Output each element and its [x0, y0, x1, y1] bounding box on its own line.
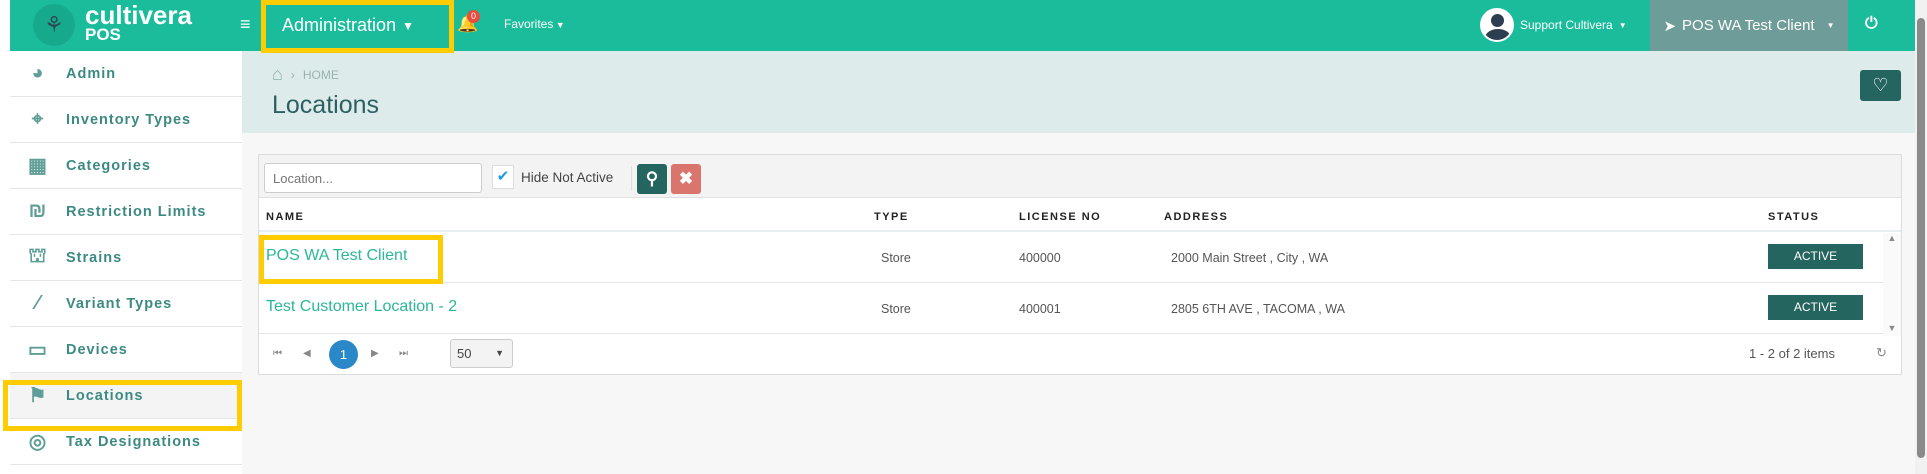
- sidebar-item-label: Tax Designations: [66, 433, 201, 450]
- sidebar-item-locations[interactable]: ⚑ Locations: [10, 373, 242, 419]
- sidebar-item-inventory-types[interactable]: ⌖ Inventory Types: [10, 97, 242, 143]
- breadcrumb: ⌂ › HOME: [272, 64, 339, 85]
- sidebar-item-devices[interactable]: ▭ Devices: [10, 327, 242, 373]
- sidebar-item-admin[interactable]: ◕ Admin: [10, 51, 242, 97]
- pager: ⏮ ◀ 1 ▶ ⏭ 50 ▼ 1 - 2 of 2 items ↻: [259, 334, 1901, 375]
- grid-icon: ▦: [28, 155, 48, 177]
- page-1-button[interactable]: 1: [329, 340, 358, 369]
- sidebar-item-label: Locations: [66, 387, 144, 404]
- shekel-icon: ₪: [28, 200, 48, 222]
- table-row: POS WA Test Client Store 400000 2000 Mai…: [259, 232, 1901, 283]
- administration-label: Administration: [282, 15, 397, 35]
- first-page-icon[interactable]: ⏮: [273, 348, 282, 359]
- sidebar-item-label: Strains: [66, 249, 123, 266]
- hamburger-menu-icon[interactable]: ≡: [240, 14, 251, 35]
- signpost-icon: ⚑: [28, 385, 48, 407]
- sidebar-item-restriction-limits[interactable]: ₪ Restriction Limits: [10, 189, 242, 235]
- scrollbar-thumb[interactable]: [1917, 18, 1925, 458]
- status-badge: ACTIVE: [1768, 244, 1863, 269]
- location-name-link[interactable]: Test Customer Location - 2: [266, 298, 457, 316]
- user-menu[interactable]: Support Cultivera ▼: [1480, 8, 1627, 42]
- caret-down-icon: ▼: [402, 18, 414, 33]
- address: 2805 6TH AVE , TACOMA , WA: [1171, 302, 1345, 316]
- breadcrumb-home[interactable]: HOME: [303, 68, 339, 82]
- sidebar-item-tax-designations[interactable]: ◎ Tax Designations: [10, 419, 242, 465]
- clear-button[interactable]: ✖: [671, 164, 701, 194]
- location-arrow-icon: ➤: [1663, 17, 1677, 35]
- page-title: Locations: [272, 91, 380, 119]
- location-search-input[interactable]: [264, 163, 482, 193]
- favorite-heart-button[interactable]: ♡: [1860, 70, 1901, 101]
- pager-summary: 1 - 2 of 2 items: [1749, 346, 1835, 361]
- sidebar-item-variant-types[interactable]: ⁄ Variant Types: [10, 281, 242, 327]
- caret-down-icon: ▼: [1618, 20, 1627, 30]
- monitor-icon: ▭: [28, 339, 48, 361]
- page-header: ⌂ › HOME Locations ♡: [242, 51, 1915, 133]
- user-name: Support Cultivera: [1520, 18, 1613, 32]
- logo[interactable]: ⚘ cultivera POS: [33, 0, 192, 46]
- administration-menu[interactable]: Administration ▼: [253, 0, 443, 51]
- location-type: Store: [881, 251, 911, 265]
- column-header-license[interactable]: LICENSE NO: [1019, 211, 1101, 223]
- prev-page-icon[interactable]: ◀: [303, 348, 311, 359]
- sidebar-item-label: Restriction Limits: [66, 203, 207, 220]
- table-header: NAME TYPE LICENSE NO ADDRESS STATUS: [259, 198, 1901, 232]
- divider: [631, 166, 632, 190]
- notification-count: 0: [467, 10, 480, 23]
- power-logout-icon[interactable]: ⏻: [1865, 15, 1878, 33]
- caret-down-icon: ▼: [495, 348, 504, 358]
- sidebar-item-label: Categories: [66, 157, 151, 174]
- home-icon[interactable]: ⌂: [272, 64, 283, 85]
- favorites-menu[interactable]: Favorites ▼: [504, 17, 565, 31]
- location-type: Store: [881, 302, 911, 316]
- address: 2000 Main Street , City , WA: [1171, 251, 1329, 265]
- page-size-select[interactable]: 50 ▼: [450, 339, 513, 368]
- column-header-type[interactable]: TYPE: [874, 211, 909, 223]
- favorites-label: Favorites: [504, 17, 554, 31]
- magic-wand-icon: ⁄: [35, 292, 41, 314]
- crosshair-icon: ⌖: [31, 108, 45, 130]
- locations-grid: ✔ Hide Not Active ⚲ ✖ NAME TYPE LICENSE …: [258, 154, 1902, 375]
- status-badge: ACTIVE: [1768, 295, 1863, 320]
- refresh-icon[interactable]: ↻: [1876, 345, 1887, 361]
- chevron-right-icon: ›: [290, 67, 295, 82]
- scroll-down-icon[interactable]: ▼: [1883, 323, 1901, 333]
- location-name-link[interactable]: POS WA Test Client: [266, 247, 407, 265]
- page-scrollbar[interactable]: [1915, 0, 1927, 474]
- last-page-icon[interactable]: ⏭: [399, 348, 408, 359]
- column-header-status[interactable]: STATUS: [1768, 211, 1819, 223]
- grid-toolbar: ✔ Hide Not Active ⚲ ✖: [259, 155, 1901, 198]
- sidebar-item-label: Admin: [66, 65, 117, 82]
- client-selector[interactable]: ➤ POS WA Test Client ▼: [1650, 0, 1848, 51]
- table-row: Test Customer Location - 2 Store 400001 …: [259, 283, 1901, 334]
- column-header-address[interactable]: ADDRESS: [1164, 211, 1228, 223]
- sidebar-item-label: Inventory Types: [66, 111, 192, 128]
- dashboard-icon: ◕: [31, 62, 45, 84]
- column-header-name[interactable]: NAME: [266, 211, 304, 223]
- main-content: ⌂ › HOME Locations ♡ ✔ Hide Not Active ⚲ ✖…: [242, 51, 1915, 474]
- caret-down-icon: ▼: [553, 20, 565, 30]
- sidebar-item-strains[interactable]: ⛫ Strains: [10, 235, 242, 281]
- grid-scrollbar[interactable]: ▲ ▼: [1883, 233, 1901, 336]
- sidebar-item-categories[interactable]: ▦ Categories: [10, 143, 242, 189]
- client-name: POS WA Test Client: [1682, 17, 1815, 34]
- license-number: 400000: [1019, 251, 1061, 265]
- sidebar-item-label: Devices: [66, 341, 128, 358]
- plant-logo-icon: ⚘: [33, 4, 75, 46]
- caret-down-icon: ▼: [1826, 21, 1835, 30]
- sitemap-icon: ⛫: [28, 245, 48, 267]
- bullseye-icon: ◎: [28, 431, 48, 453]
- avatar: [1480, 8, 1514, 42]
- sidebar-item-label: Variant Types: [66, 295, 173, 312]
- search-button[interactable]: ⚲: [637, 164, 667, 194]
- scroll-up-icon[interactable]: ▲: [1883, 233, 1901, 243]
- page-size-value: 50: [457, 346, 472, 361]
- logo-text: cultivera: [85, 0, 192, 30]
- hide-not-active-checkbox[interactable]: ✔: [492, 165, 514, 189]
- sidebar: ◕ Admin ⌖ Inventory Types ▦ Categories ₪ Res…: [10, 51, 242, 474]
- license-number: 400001: [1019, 302, 1061, 316]
- hide-not-active-label: Hide Not Active: [521, 170, 614, 185]
- notifications-bell-icon[interactable]: 🔔 0: [457, 10, 480, 34]
- next-page-icon[interactable]: ▶: [371, 348, 379, 359]
